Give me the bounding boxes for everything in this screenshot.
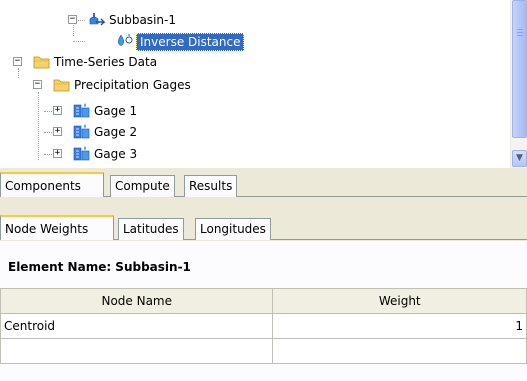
table-row[interactable]: Centroid 1 [0,313,527,339]
gage-icon [73,124,90,139]
element-name-label: Element Name: Subbasin-1 [8,260,191,274]
folder-icon [53,79,70,92]
tree-node-label: Gage 2 [94,125,138,139]
cell-node-name[interactable]: Centroid [0,313,274,339]
tree-scrollbar[interactable]: ▼ [510,0,527,168]
tab-components[interactable]: Components [0,172,104,197]
tree-node-label: Time-Series Data [54,55,158,69]
cell-weight[interactable] [272,338,527,364]
tree-node-label: Gage 3 [94,147,138,161]
tab-longitudes[interactable]: Longitudes [195,218,271,240]
plus-box-icon[interactable]: + [53,149,62,158]
column-header-weight[interactable]: Weight [272,288,527,314]
cell-node-name[interactable] [0,338,274,364]
tab-compute[interactable]: Compute [110,175,175,197]
folder-icon [33,56,50,69]
minus-box-icon[interactable]: − [13,57,22,66]
inverse-distance-icon [118,34,133,46]
plus-box-icon[interactable]: + [53,127,62,136]
tree-node-gage-2[interactable]: + Gage 2 [0,122,300,142]
tree-node-time-series-data[interactable]: − Time-Series Data [0,52,300,72]
tree-node-label: Subbasin-1 [109,13,176,27]
subbasin-icon [89,13,106,26]
tree-node-label: Precipitation Gages [74,78,191,92]
table-header-row: Node Name Weight [0,288,527,314]
scroll-thumb[interactable] [512,0,527,138]
tree-node-label: Inverse Distance [136,33,245,51]
chevron-down-icon[interactable]: ▼ [512,150,527,167]
tree-node-label: Gage 1 [94,104,138,118]
minus-box-icon[interactable]: − [33,80,42,89]
project-tree[interactable]: − Subbasin-1 Inverse Distance − Time-Ser… [0,0,527,168]
tree-node-gage-3[interactable]: + Gage 3 [0,144,300,164]
tree-node-inverse-distance[interactable]: Inverse Distance [0,31,300,51]
tab-latitudes[interactable]: Latitudes [118,218,184,240]
tree-node-precipitation-gages[interactable]: − Precipitation Gages [0,75,300,95]
tab-node-weights[interactable]: Node Weights [0,215,114,240]
cell-weight[interactable]: 1 [272,313,527,339]
tree-node-subbasin-1[interactable]: − Subbasin-1 [0,10,300,30]
inner-tab-strip: Latitudes Longitudes Node Weights [0,214,527,240]
tree-node-gage-1[interactable]: + Gage 1 [0,101,300,121]
node-weights-table[interactable]: Node Name Weight Centroid 1 [0,288,527,364]
tab-results[interactable]: Results [184,175,238,197]
gage-icon [73,103,90,118]
plus-box-icon[interactable]: + [53,106,62,115]
column-header-node-name[interactable]: Node Name [0,288,274,314]
gage-icon [73,146,90,161]
table-row[interactable] [0,338,527,364]
outer-tab-strip: Compute Results Components [0,171,527,197]
minus-box-icon[interactable]: − [68,15,77,24]
